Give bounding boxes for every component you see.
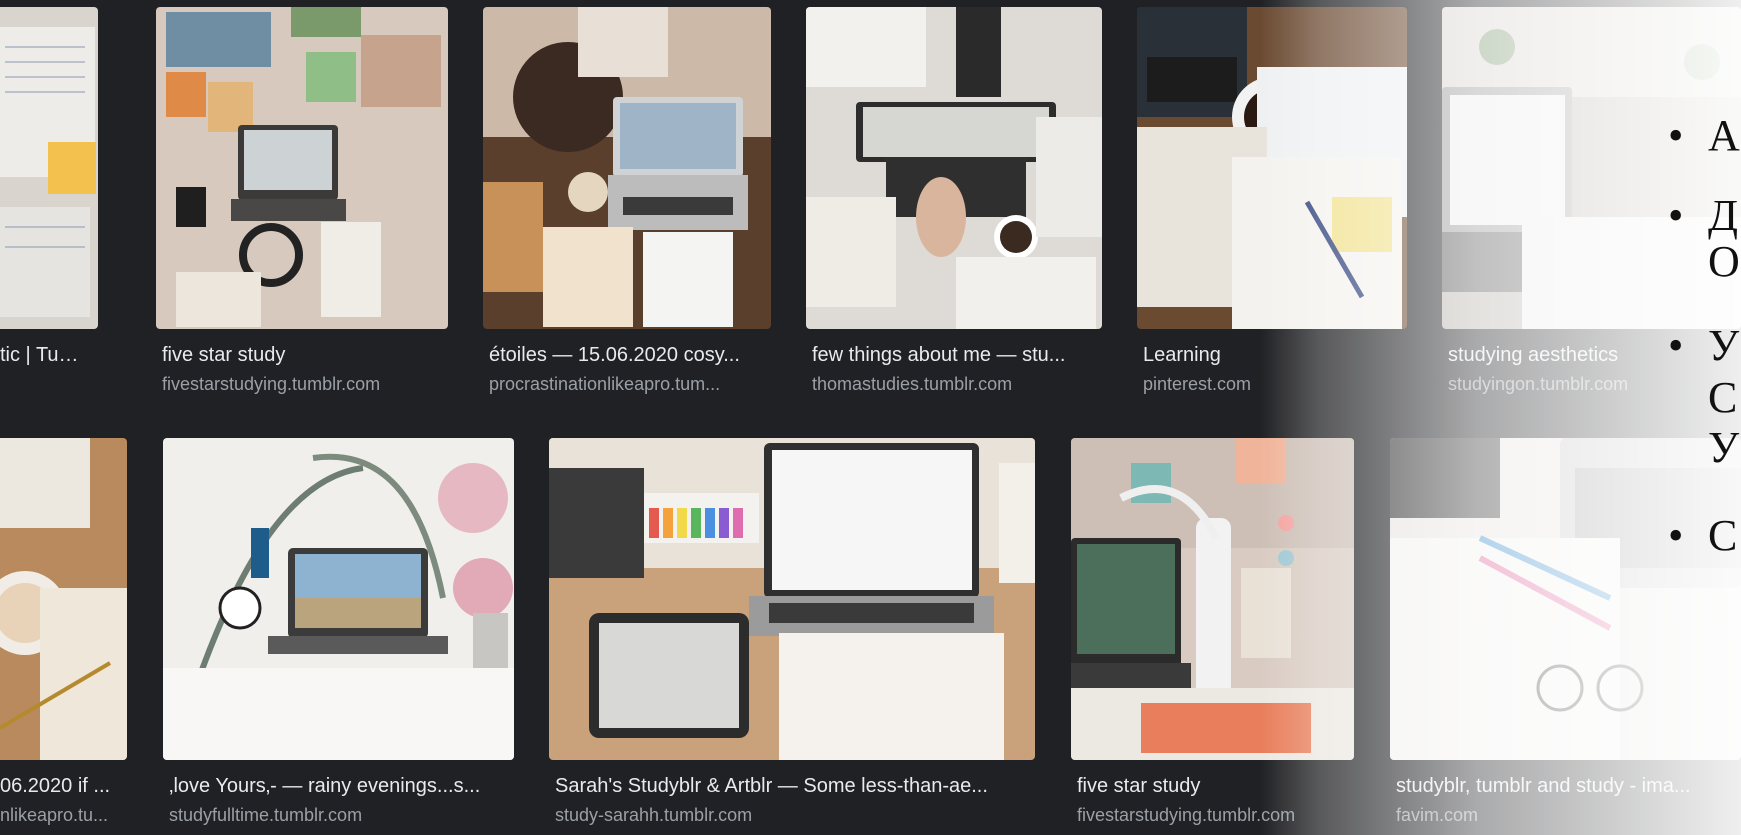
image-results-grid: tic | Tumbl... five star study five bbox=[0, 0, 1741, 835]
result-title[interactable]: ‚love Yours‚- — rainy evenings...s... bbox=[169, 775, 510, 798]
result-title[interactable]: five star study bbox=[162, 344, 444, 367]
slide-bullet: Д bbox=[1668, 192, 1738, 241]
result-thumbnail[interactable] bbox=[1071, 438, 1354, 760]
result-thumbnail[interactable] bbox=[0, 7, 98, 329]
result-thumbnail[interactable] bbox=[0, 438, 127, 760]
result-source[interactable]: studyfulltime.tumblr.com bbox=[169, 805, 510, 826]
result-title[interactable]: studyblr, tumblr and study - ima... bbox=[1396, 775, 1737, 798]
result-thumbnail[interactable] bbox=[806, 7, 1102, 329]
slide-bullet: С bbox=[1668, 512, 1737, 561]
result-source[interactable]: pinterest.com bbox=[1143, 374, 1403, 395]
slide-bullet-continuation: У bbox=[1708, 423, 1740, 472]
result-source[interactable]: favim.com bbox=[1396, 805, 1737, 826]
result-title[interactable]: five star study bbox=[1077, 775, 1350, 798]
result-title[interactable]: Sarah's Studyblr & Artblr — Some less-th… bbox=[555, 775, 1031, 798]
result-thumbnail[interactable] bbox=[156, 7, 448, 329]
result-source[interactable]: study-sarahh.tumblr.com bbox=[555, 805, 1031, 826]
result-title[interactable]: étoiles — 15.06.2020 cosy... bbox=[489, 344, 767, 367]
result-source[interactable]: procrastinationlikeapro.tum... bbox=[489, 374, 767, 395]
result-title[interactable]: tic | Tumbl... bbox=[0, 344, 94, 367]
result-source[interactable]: fivestarstudying.tumblr.com bbox=[162, 374, 444, 395]
result-thumbnail[interactable] bbox=[549, 438, 1035, 760]
slide-bullet-continuation: С bbox=[1708, 373, 1738, 422]
result-source[interactable]: nlikeapro.tu... bbox=[0, 805, 123, 826]
result-title[interactable]: few things about me — stu... bbox=[812, 344, 1098, 367]
result-source[interactable]: fivestarstudying.tumblr.com bbox=[1077, 805, 1350, 826]
slide-bullet: А bbox=[1668, 112, 1740, 161]
result-thumbnail[interactable] bbox=[1390, 438, 1741, 760]
result-thumbnail[interactable] bbox=[1137, 7, 1407, 329]
slide-bullet-continuation: О bbox=[1708, 237, 1740, 286]
result-title[interactable]: Learning bbox=[1143, 344, 1403, 367]
result-source[interactable]: thomastudies.tumblr.com bbox=[812, 374, 1098, 395]
result-thumbnail[interactable] bbox=[483, 7, 771, 329]
result-thumbnail[interactable] bbox=[163, 438, 514, 760]
result-title[interactable]: 06.2020 if ... bbox=[0, 775, 123, 798]
slide-bullet: У bbox=[1668, 322, 1739, 371]
